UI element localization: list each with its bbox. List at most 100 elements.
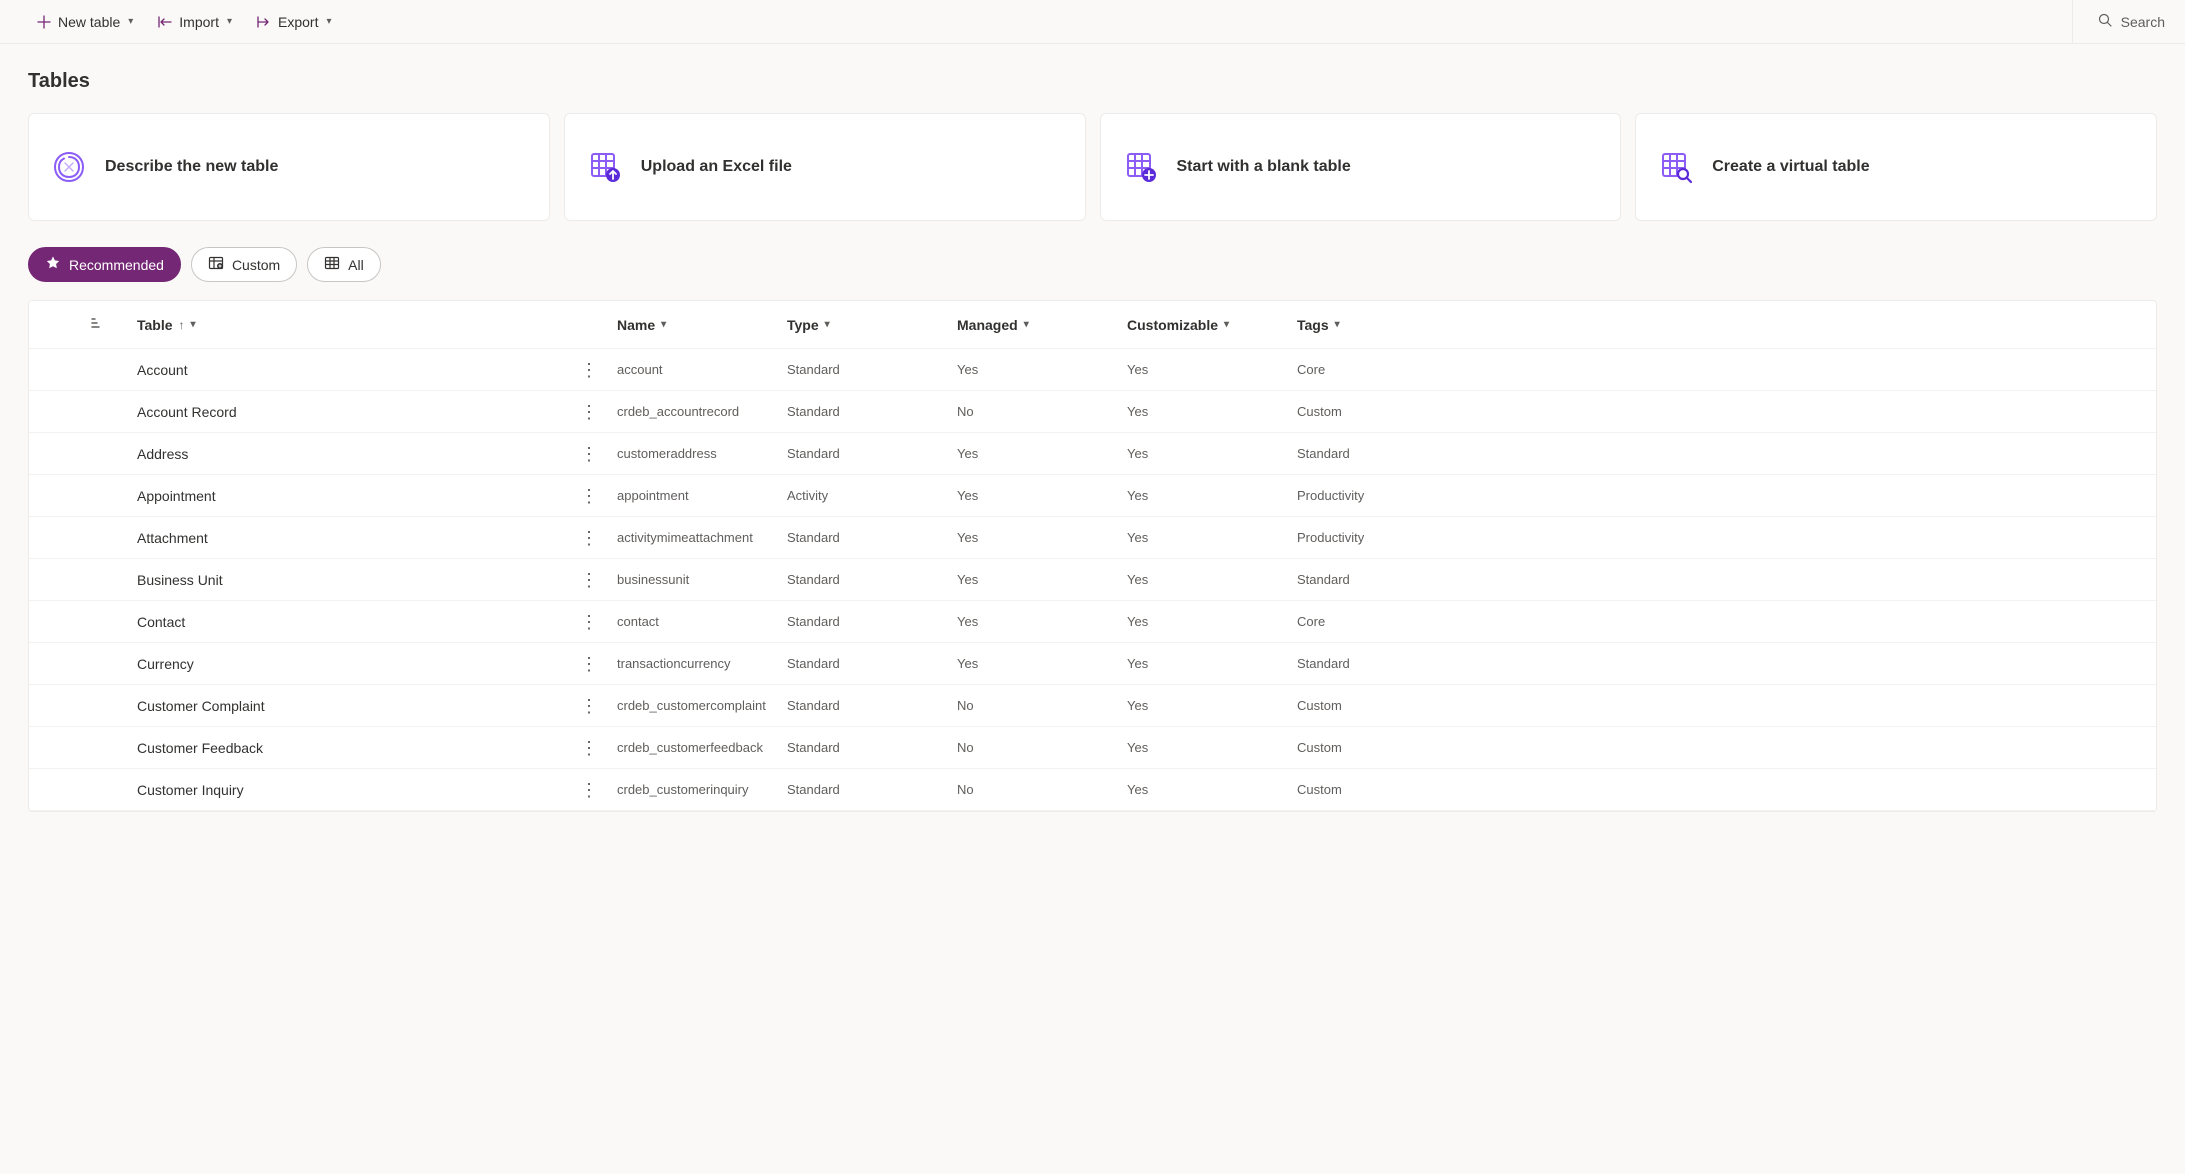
row-menu-button[interactable]: ⋮ — [569, 403, 609, 421]
column-tags[interactable]: Tags ▾ — [1289, 317, 2156, 333]
filter-label: Custom — [232, 257, 280, 273]
new-table-label: New table — [58, 14, 120, 30]
table-row[interactable]: Customer Feedback ⋮ crdeb_customerfeedba… — [29, 727, 2156, 769]
card-label: Create a virtual table — [1712, 158, 1869, 176]
card-describe-table[interactable]: Describe the new table — [28, 113, 550, 221]
row-customizable: Yes — [1119, 740, 1289, 755]
export-button[interactable]: Export ▾ — [248, 8, 340, 36]
column-label: Customizable — [1127, 317, 1218, 333]
row-menu-button[interactable]: ⋮ — [569, 487, 609, 505]
row-tags: Custom — [1289, 740, 2156, 755]
chevron-down-icon: ▾ — [661, 319, 666, 330]
table-add-icon — [1123, 149, 1159, 185]
row-table-name[interactable]: Appointment — [129, 488, 569, 504]
search-button[interactable]: Search — [2089, 8, 2173, 35]
row-name: crdeb_customerfeedback — [609, 740, 779, 755]
row-menu-button[interactable]: ⋮ — [569, 613, 609, 631]
row-menu-button[interactable]: ⋮ — [569, 739, 609, 757]
row-menu-button[interactable]: ⋮ — [569, 655, 609, 673]
filter-all[interactable]: All — [307, 247, 381, 282]
row-type: Standard — [779, 362, 949, 377]
row-tags: Custom — [1289, 782, 2156, 797]
row-table-name[interactable]: Account — [129, 362, 569, 378]
row-managed: No — [949, 740, 1119, 755]
table-row[interactable]: Address ⋮ customeraddress Standard Yes Y… — [29, 433, 2156, 475]
filter-custom[interactable]: Custom — [191, 247, 297, 282]
table-row[interactable]: Account ⋮ account Standard Yes Yes Core — [29, 349, 2156, 391]
table-row[interactable]: Contact ⋮ contact Standard Yes Yes Core — [29, 601, 2156, 643]
row-menu-button[interactable]: ⋮ — [569, 529, 609, 547]
table-icon — [324, 255, 340, 274]
row-customizable: Yes — [1119, 362, 1289, 377]
row-customizable: Yes — [1119, 446, 1289, 461]
column-managed[interactable]: Managed ▾ — [949, 317, 1119, 333]
chevron-down-icon: ▾ — [1224, 319, 1229, 330]
card-label: Upload an Excel file — [641, 158, 792, 176]
table-row[interactable]: Customer Inquiry ⋮ crdeb_customerinquiry… — [29, 769, 2156, 811]
row-name: crdeb_customerinquiry — [609, 782, 779, 797]
column-customizable[interactable]: Customizable ▾ — [1119, 317, 1289, 333]
row-managed: No — [949, 404, 1119, 419]
table-row[interactable]: Attachment ⋮ activitymimeattachment Stan… — [29, 517, 2156, 559]
chevron-down-icon: ▾ — [326, 16, 331, 27]
row-table-name[interactable]: Currency — [129, 656, 569, 672]
tables-grid: Table ↑ ▾ Name ▾ Type ▾ Managed ▾ Custom… — [28, 300, 2157, 812]
row-managed: No — [949, 698, 1119, 713]
column-label: Name — [617, 317, 655, 333]
card-upload-excel[interactable]: Upload an Excel file — [564, 113, 1086, 221]
row-table-name[interactable]: Customer Complaint — [129, 698, 569, 714]
row-managed: Yes — [949, 362, 1119, 377]
row-name: account — [609, 362, 779, 377]
column-sort-indicator[interactable] — [29, 315, 129, 334]
card-blank-table[interactable]: Start with a blank table — [1100, 113, 1622, 221]
row-table-name[interactable]: Account Record — [129, 404, 569, 420]
filter-recommended[interactable]: Recommended — [28, 247, 181, 282]
row-name: activitymimeattachment — [609, 530, 779, 545]
table-row[interactable]: Customer Complaint ⋮ crdeb_customercompl… — [29, 685, 2156, 727]
table-row[interactable]: Business Unit ⋮ businessunit Standard Ye… — [29, 559, 2156, 601]
table-header: Table ↑ ▾ Name ▾ Type ▾ Managed ▾ Custom… — [29, 301, 2156, 349]
row-type: Activity — [779, 488, 949, 503]
row-type: Standard — [779, 404, 949, 419]
row-table-name[interactable]: Contact — [129, 614, 569, 630]
table-row[interactable]: Appointment ⋮ appointment Activity Yes Y… — [29, 475, 2156, 517]
export-icon — [256, 14, 272, 30]
row-tags: Custom — [1289, 404, 2156, 419]
row-table-name[interactable]: Customer Inquiry — [129, 782, 569, 798]
row-table-name[interactable]: Business Unit — [129, 572, 569, 588]
row-managed: No — [949, 782, 1119, 797]
column-label: Managed — [957, 317, 1018, 333]
card-label: Describe the new table — [105, 158, 278, 176]
row-menu-button[interactable]: ⋮ — [569, 571, 609, 589]
column-name[interactable]: Name ▾ — [609, 317, 779, 333]
sort-asc-icon: ↑ — [179, 318, 185, 332]
row-menu-button[interactable]: ⋮ — [569, 445, 609, 463]
import-button[interactable]: Import ▾ — [149, 8, 240, 36]
chevron-down-icon: ▾ — [1335, 319, 1340, 330]
row-managed: Yes — [949, 530, 1119, 545]
row-tags: Productivity — [1289, 530, 2156, 545]
row-table-name[interactable]: Customer Feedback — [129, 740, 569, 756]
row-tags: Core — [1289, 614, 2156, 629]
row-table-name[interactable]: Address — [129, 446, 569, 462]
row-table-name[interactable]: Attachment — [129, 530, 569, 546]
column-table[interactable]: Table ↑ ▾ — [129, 317, 569, 333]
card-virtual-table[interactable]: Create a virtual table — [1635, 113, 2157, 221]
row-tags: Standard — [1289, 656, 2156, 671]
filter-label: Recommended — [69, 257, 164, 273]
row-name: crdeb_customercomplaint — [609, 698, 779, 713]
list-sort-icon — [89, 315, 105, 334]
row-customizable: Yes — [1119, 488, 1289, 503]
row-type: Standard — [779, 530, 949, 545]
row-menu-button[interactable]: ⋮ — [569, 361, 609, 379]
row-menu-button[interactable]: ⋮ — [569, 697, 609, 715]
column-label: Type — [787, 317, 819, 333]
row-tags: Standard — [1289, 446, 2156, 461]
new-table-button[interactable]: New table ▾ — [28, 8, 141, 36]
table-row[interactable]: Currency ⋮ transactioncurrency Standard … — [29, 643, 2156, 685]
row-menu-button[interactable]: ⋮ — [569, 781, 609, 799]
column-type[interactable]: Type ▾ — [779, 317, 949, 333]
row-tags: Custom — [1289, 698, 2156, 713]
table-row[interactable]: Account Record ⋮ crdeb_accountrecord Sta… — [29, 391, 2156, 433]
row-type: Standard — [779, 698, 949, 713]
